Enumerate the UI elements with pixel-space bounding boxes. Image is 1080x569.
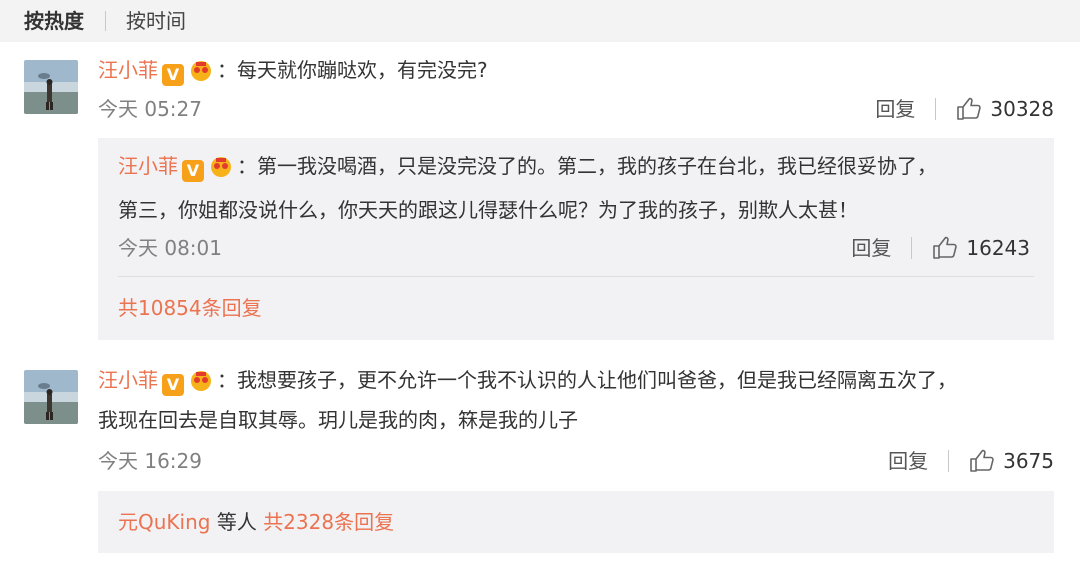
comment-actions: 回复 3675 — [888, 447, 1054, 475]
vip-badge — [191, 61, 211, 81]
comment-text-line: 汪小菲 V ：每天就你蹦哒欢，有完没完? — [98, 56, 1056, 86]
comment-text: 我想要孩子，更不允许一个我不认识的人让他们叫爸爸，但是我已经隔离五次了， — [237, 368, 957, 392]
comment-time: 今天 16:29 — [98, 449, 202, 473]
comment-meta: 今天 16:29 回复 3675 — [98, 447, 1054, 475]
comment-text-line: 我现在回去是自取其辱。玥儿是我的肉，箖是我的儿子 — [98, 406, 1056, 434]
avatar-image — [24, 60, 78, 114]
sub-comment-text: 第一我没喝酒，只是没完没了的。第二，我的孩子在台北，我已经很妥协了， — [257, 154, 937, 178]
action-divider — [948, 450, 950, 472]
sub-comment-text-line: 汪小菲 V ：第一我没喝酒，只是没完没了的。第二，我的孩子在台北，我已经很妥协了， — [118, 152, 937, 182]
sub-comment-meta: 今天 08:01 回复 16243 — [118, 234, 1030, 262]
avatar[interactable] — [24, 370, 78, 424]
like-count: 3675 — [1003, 449, 1054, 473]
like-button[interactable]: 16243 — [932, 234, 1030, 262]
verified-badge: V — [182, 160, 204, 182]
avatar-image — [24, 370, 78, 424]
tab-divider — [105, 11, 106, 31]
tab-sort-by-time[interactable]: 按时间 — [126, 0, 186, 42]
thumbs-up-icon — [970, 449, 994, 472]
thumbs-up-icon — [933, 236, 958, 259]
comment-meta: 今天 05:27 回复 30328 — [98, 95, 1054, 123]
replies-summary: 元QuKing 等人 共2328条回复 — [118, 508, 394, 536]
vip-badge — [191, 371, 211, 391]
colon: ： — [217, 58, 237, 82]
verified-badge: V — [162, 374, 184, 396]
like-count: 30328 — [990, 97, 1054, 121]
sub-comment-time: 今天 08:01 — [118, 236, 222, 260]
replies-summary-text: 等人 — [210, 510, 264, 534]
reply-box: 汪小菲 V ：第一我没喝酒，只是没完没了的。第二，我的孩子在台北，我已经很妥协了， … — [98, 138, 1054, 340]
colon: ： — [237, 154, 257, 178]
comment-text: 我现在回去是自取其辱。玥儿是我的肉，箖是我的儿子 — [98, 408, 578, 432]
verified-badge: V — [162, 64, 184, 86]
replier-username-link[interactable]: 元QuKing — [118, 510, 210, 534]
reply-box: 元QuKing 等人 共2328条回复 — [98, 491, 1054, 553]
sub-comment-text: 第三，你姐都没说什么，你天天的跟这儿得瑟什么呢？为了我的孩子，别欺人太甚！ — [118, 198, 858, 222]
like-button[interactable]: 30328 — [956, 95, 1054, 123]
sort-tabs: 按热度 按时间 — [0, 0, 1080, 42]
sub-comment-text-line: 第三，你姐都没说什么，你天天的跟这儿得瑟什么呢？为了我的孩子，别欺人太甚！ — [118, 196, 937, 224]
colon: ： — [217, 368, 237, 392]
username-link[interactable]: 汪小菲 — [98, 368, 158, 392]
thumbs-up-icon — [957, 97, 982, 120]
username-link[interactable]: 汪小菲 — [98, 58, 158, 82]
comment-time: 今天 05:27 — [98, 97, 202, 121]
reply-button[interactable]: 回复 — [851, 234, 891, 262]
like-count: 16243 — [966, 236, 1030, 260]
view-all-replies-link[interactable]: 共2328条回复 — [263, 510, 394, 534]
avatar[interactable] — [24, 60, 78, 114]
view-all-replies-link[interactable]: 共10854条回复 — [118, 294, 262, 322]
vip-badge — [211, 157, 231, 177]
sub-comment: 汪小菲 V ：第一我没喝酒，只是没完没了的。第二，我的孩子在台北，我已经很妥协了， … — [118, 152, 937, 224]
comment-actions: 回复 30328 — [875, 95, 1054, 123]
divider — [118, 276, 1034, 277]
action-divider — [935, 98, 937, 120]
tab-sort-by-hot[interactable]: 按热度 — [24, 0, 84, 42]
comment-text: 每天就你蹦哒欢，有完没完? — [237, 58, 488, 82]
sub-comment-actions: 回复 16243 — [851, 234, 1030, 262]
reply-button[interactable]: 回复 — [875, 95, 915, 123]
username-link[interactable]: 汪小菲 — [118, 154, 178, 178]
action-divider — [911, 237, 913, 259]
reply-button[interactable]: 回复 — [888, 447, 928, 475]
like-button[interactable]: 3675 — [969, 447, 1054, 475]
comment-text-line: 汪小菲 V ：我想要孩子，更不允许一个我不认识的人让他们叫爸爸，但是我已经隔离五次了… — [98, 366, 1056, 396]
